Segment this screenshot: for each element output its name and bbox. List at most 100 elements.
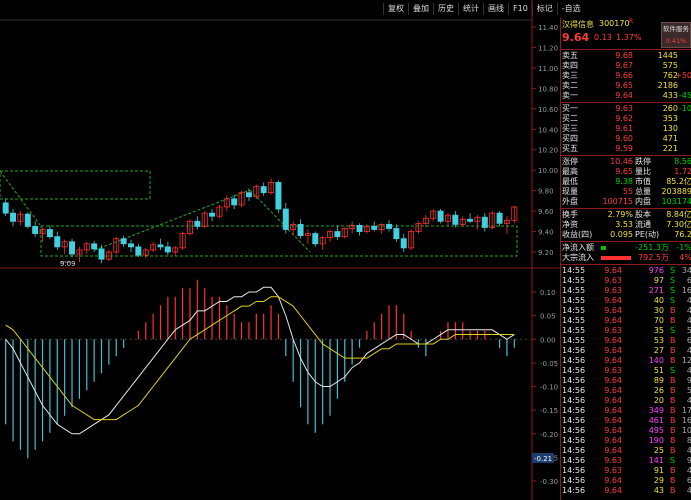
stat-label: 跌停 xyxy=(635,157,651,166)
ask-volume: 1445 xyxy=(657,51,678,60)
tick-volume: 141 xyxy=(648,456,664,465)
tick-side: B xyxy=(670,316,676,325)
candle-down xyxy=(24,213,31,227)
stat-label: 总量 xyxy=(635,187,651,196)
price-axis-label: 10.40 xyxy=(538,126,558,134)
tick-row: 14:55 9.64 976 S 34 xyxy=(561,266,691,276)
candle-down xyxy=(120,238,127,245)
tick-volume: 190 xyxy=(648,436,664,445)
bid-volume: 471 xyxy=(662,134,678,143)
candle-down xyxy=(157,244,164,248)
candle-down xyxy=(334,231,341,238)
bid-price: 9.63 xyxy=(615,104,633,113)
stat-value: 2.79% xyxy=(607,210,633,219)
tick-price: 9.64 xyxy=(604,296,622,305)
tick-row: 14:55 9.63 271 S 16 xyxy=(561,286,691,296)
tick-row: 14:56 9.64 43 B 4 xyxy=(561,486,691,496)
ask-change: -45 xyxy=(678,91,691,100)
tick-volume: 35 xyxy=(653,326,664,335)
ask-price: 9.67 xyxy=(615,61,633,70)
tick-count: 5 xyxy=(687,326,691,336)
divider xyxy=(561,208,691,209)
sector-button[interactable]: 软件服务 0.41% xyxy=(661,22,691,48)
bid-change: -10 xyxy=(678,104,691,113)
tick-time: 14:56 xyxy=(562,436,586,445)
stock-name: 汉得信息 xyxy=(562,20,594,29)
price-axis-label: 10.80 xyxy=(538,85,558,93)
bid-label: 买一 xyxy=(562,104,578,113)
macd-axis-label: 0.05 xyxy=(540,313,556,321)
tick-time: 14:56 xyxy=(562,346,586,355)
ask-row: 卖五 9.68 1445 xyxy=(561,51,691,61)
tick-side: B xyxy=(670,476,676,485)
stat-value: 203889 xyxy=(661,187,691,196)
tick-row: 14:56 9.63 141 S 9 xyxy=(561,456,691,466)
toolbar-remove-watchlist-button[interactable]: -自选 xyxy=(556,3,585,15)
kline-macd-chart[interactable]: 11.40 11.20 11.00 10.80 10.60 10.40 10.20 10.00… xyxy=(0,0,560,500)
tick-row: 14:56 9.64 29 B 6 xyxy=(561,476,691,486)
tick-side: B xyxy=(670,416,676,425)
tick-row: 14:56 9.64 26 B 5 xyxy=(561,386,691,396)
tick-time: 14:56 xyxy=(562,366,586,375)
tick-count: 4 xyxy=(687,446,691,456)
flow-label: 净流入额 xyxy=(562,243,594,252)
tick-side: S xyxy=(670,276,676,285)
drawn-channel-box xyxy=(40,225,518,257)
price-axis-label: 11.40 xyxy=(538,24,558,32)
tick-count: 12 xyxy=(681,356,691,365)
sector-label: 软件服务 xyxy=(663,25,689,33)
tick-price: 9.64 xyxy=(604,376,622,385)
candle-down xyxy=(467,218,474,222)
divider xyxy=(561,155,691,156)
stat-row: 涨停 10.46 跌停 8.56 xyxy=(561,157,691,167)
tick-time: 14:56 xyxy=(562,386,586,395)
tick-price: 9.64 xyxy=(604,426,622,435)
stock-header: 汉得信息 300170 R 9.64 0.13 1.37% 软件服务 0.41% xyxy=(561,18,691,48)
tick-volume: 97 xyxy=(653,276,664,285)
tick-price: 9.64 xyxy=(604,446,622,455)
candle-down xyxy=(46,229,53,238)
tick-row: 14:55 9.64 70 B 4 xyxy=(561,316,691,326)
tick-count: 17 xyxy=(681,406,691,415)
candle-down xyxy=(135,246,142,256)
tick-time: 14:56 xyxy=(562,466,586,475)
candle-down xyxy=(2,202,9,214)
stat-label: 最低 xyxy=(562,177,578,186)
bid-volume: 221 xyxy=(662,144,678,153)
tick-time: 14:56 xyxy=(562,476,586,485)
tick-row: 14:56 9.64 89 B 9 xyxy=(561,376,691,386)
tick-price: 9.63 xyxy=(604,326,622,335)
tick-side: B xyxy=(670,386,676,395)
macd-axis-label: -0.15 xyxy=(540,407,558,415)
candle-down xyxy=(69,241,76,255)
tick-count: 9 xyxy=(687,376,691,386)
stat-value: 7.30亿 xyxy=(666,220,691,229)
tick-side: S xyxy=(670,266,676,275)
stat-row: 最高 9.65 量比 1.72 xyxy=(561,167,691,177)
tick-count: 4 xyxy=(687,296,691,306)
tick-count: 4 xyxy=(687,486,691,496)
tick-volume: 461 xyxy=(648,416,664,425)
low-price-marker: 9.09 xyxy=(60,260,76,268)
ask-price: 9.64 xyxy=(615,91,633,100)
tick-row: 14:56 9.64 349 B 17 xyxy=(561,406,691,416)
candle-down xyxy=(164,246,171,253)
macd-axis-label: -0.20 xyxy=(540,431,558,439)
tick-count: 4 xyxy=(687,396,691,406)
macd-axis-label: -0.05 xyxy=(540,360,558,368)
tick-count: 4 xyxy=(687,316,691,326)
tick-time: 14:56 xyxy=(562,406,586,415)
tick-time: 14:56 xyxy=(562,376,586,385)
divider xyxy=(561,264,691,265)
stat-value: 8.56 xyxy=(674,157,691,166)
ask-row: 卖二 9.65 2186 xyxy=(561,81,691,91)
stat-label: 流通 xyxy=(635,220,651,229)
tick-side: B xyxy=(670,376,676,385)
candle-down xyxy=(194,220,201,227)
tick-side: S xyxy=(670,286,676,295)
tick-time: 14:55 xyxy=(562,266,586,275)
stat-row: 换手 2.79% 股本 8.84亿 xyxy=(561,210,691,220)
tick-time: 14:56 xyxy=(562,446,586,455)
stock-code: 300170 xyxy=(599,19,630,28)
tick-price: 9.64 xyxy=(604,396,622,405)
